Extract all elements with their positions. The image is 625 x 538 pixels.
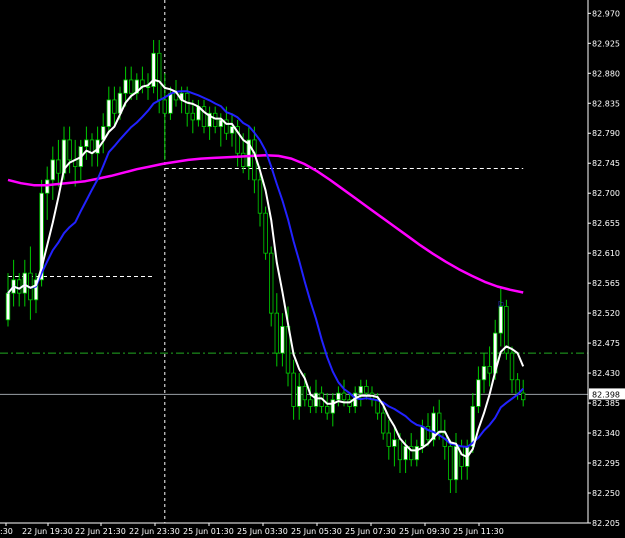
bear-candle — [380, 412, 386, 434]
bull-candle — [5, 292, 11, 321]
bear-candle — [509, 352, 515, 381]
fast-moving-average-line — [7, 78, 525, 458]
bear-candle — [112, 99, 117, 114]
x-tick-label: 25 Jun 09:30 — [399, 527, 450, 536]
y-tick-label: 82.385 — [592, 399, 620, 408]
y-tick-label: 82.340 — [592, 429, 620, 438]
bull-candle — [229, 126, 235, 134]
bear-candle — [364, 386, 369, 394]
y-tick-label: 82.205 — [592, 519, 620, 528]
bull-candle — [414, 445, 419, 461]
bull-candle — [313, 392, 319, 407]
bear-candle — [212, 112, 218, 127]
bear-candle — [268, 252, 274, 314]
bull-candle — [84, 139, 89, 147]
marker-layer: ⚐ — [497, 301, 505, 311]
moving-averages-layer — [7, 78, 525, 458]
flag-icon: ⚐ — [497, 301, 505, 311]
bull-candle — [476, 379, 481, 407]
bear-candle — [190, 112, 195, 121]
y-tick-label: 82.520 — [592, 309, 620, 318]
bull-candle — [145, 86, 151, 89]
x-tick-label: 25 Jun 07:30 — [345, 527, 396, 536]
bull-candle — [280, 326, 285, 354]
x-tick-label: 25 Jun 11:30 — [453, 527, 504, 536]
bear-candle — [274, 312, 279, 354]
y-tick-label: 82.250 — [592, 489, 620, 498]
bull-candle — [392, 439, 397, 447]
x-tick-label: :30 — [0, 527, 13, 536]
bull-candle — [358, 386, 363, 394]
bull-candle — [106, 99, 111, 127]
bear-candle — [263, 212, 268, 254]
bear-candle — [16, 279, 22, 294]
bull-candle — [420, 425, 425, 447]
y-tick-label: 82.925 — [592, 39, 620, 48]
current-price-label: 82.398 — [592, 390, 620, 399]
bear-candle — [515, 379, 520, 394]
bear-candle — [521, 392, 526, 401]
axes-layer: 82.970 82.925 82.880 82.835 82.790 82.745 82.7… — [0, 0, 625, 536]
bear-candle — [257, 179, 263, 214]
y-tick-label: 82.700 — [592, 189, 620, 198]
y-tick-label: 82.745 — [592, 159, 620, 168]
x-tick-label: 25 Jun 03:30 — [237, 527, 288, 536]
x-tick-label: 25 Jun 05:30 — [291, 527, 342, 536]
bull-candle — [45, 179, 50, 194]
bear-candle — [291, 372, 296, 407]
x-tick-label: 22 Jun 19:30 — [22, 527, 73, 536]
candles-layer — [5, 39, 526, 494]
bull-candle — [403, 445, 408, 461]
y-tick-label: 82.565 — [592, 279, 620, 288]
y-tick-label: 82.835 — [592, 99, 620, 108]
bear-candle — [162, 99, 167, 114]
bear-candle — [448, 445, 453, 481]
x-tick-label: 22 Jun 23:30 — [129, 527, 180, 536]
x-tick-label: 22 Jun 21:30 — [75, 527, 126, 536]
y-tick-label: 82.970 — [592, 9, 620, 18]
bull-candle — [50, 159, 55, 181]
bear-candle — [324, 406, 330, 414]
y-tick-label: 82.475 — [592, 339, 620, 348]
bull-candle — [336, 392, 341, 401]
bull-candle — [168, 92, 173, 114]
bear-candle — [156, 52, 162, 101]
price-chart[interactable]: ⚐ 82.97082.92582.88082.83582.79082.74582… — [0, 0, 625, 538]
bear-candle — [56, 159, 61, 174]
bull-candle — [481, 366, 487, 381]
y-tick-label: 82.790 — [592, 129, 620, 138]
bear-candle — [487, 366, 492, 374]
bull-candle — [453, 445, 459, 481]
bear-candle — [128, 79, 134, 94]
bear-candle — [459, 445, 464, 467]
bull-candle — [296, 386, 302, 407]
bear-candle — [67, 139, 72, 161]
current-price-tag: 82.398 — [589, 388, 625, 400]
y-tick-label: 82.655 — [592, 219, 620, 228]
bull-candle — [123, 79, 128, 94]
x-tick-label: 25 Jun 01:30 — [183, 527, 234, 536]
y-tick-label: 82.880 — [592, 69, 620, 78]
bear-candle — [397, 439, 403, 461]
bear-candle — [436, 412, 442, 434]
y-tick-label: 82.295 — [592, 459, 620, 468]
y-tick-label: 82.610 — [592, 249, 620, 258]
bull-candle — [330, 399, 335, 414]
bear-candle — [308, 399, 313, 407]
bull-candle — [22, 272, 27, 294]
bear-candle — [302, 386, 307, 401]
bear-candle — [341, 392, 347, 401]
bear-candle — [386, 432, 391, 447]
y-tick-label: 82.430 — [592, 369, 620, 378]
